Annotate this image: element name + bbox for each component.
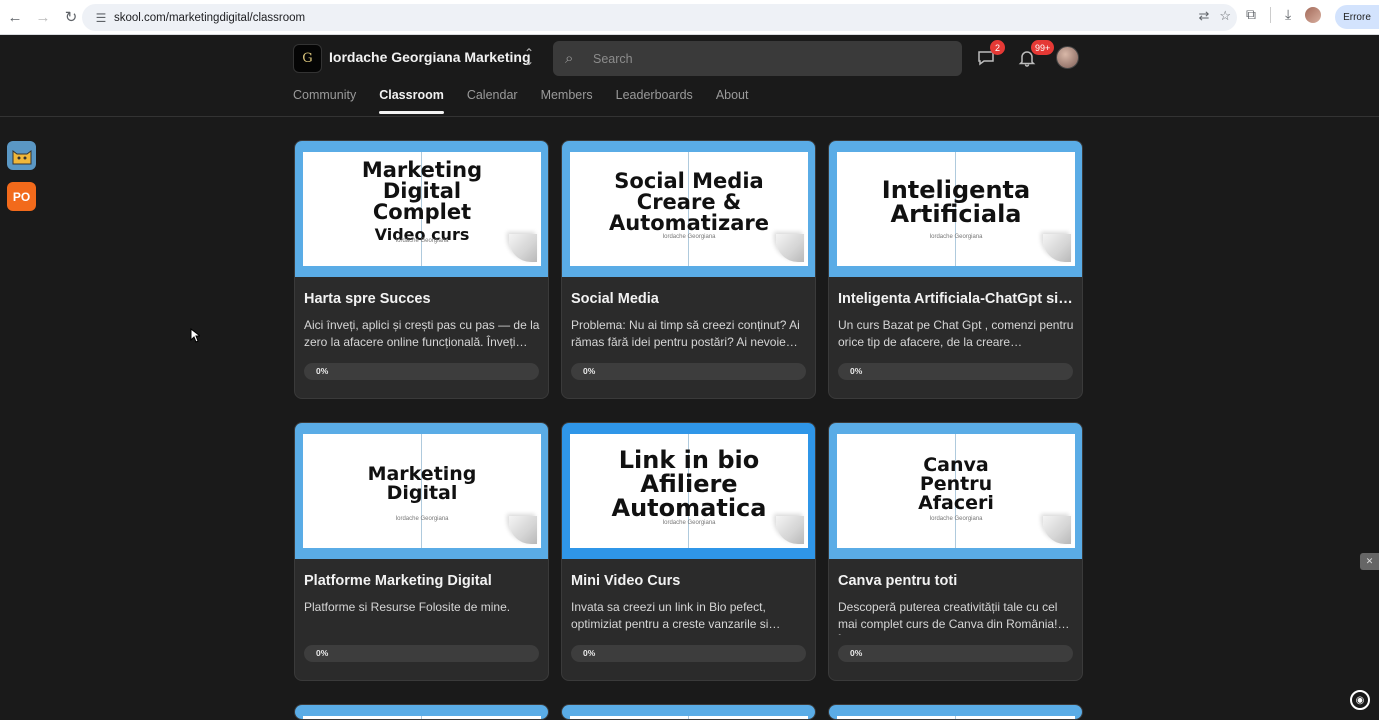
search-input[interactable] [593,51,953,66]
browser-profile-avatar[interactable] [1305,6,1322,23]
thumbnail-author: Iordache Georgiana [395,238,449,244]
search-icon: ⌕ [565,50,574,67]
thumbnail-author: Iordache Georgiana [662,234,716,240]
collapse-icon[interactable]: ✕ [1360,553,1379,570]
user-avatar[interactable] [1056,46,1079,69]
course-description: Descoperă puterea creativității tale cu … [838,600,1058,635]
progress-percent: 0% [316,366,329,376]
course-title[interactable]: Social Media [571,291,807,307]
course-card[interactable]: Marketing Digital Complet Video curs Iordac… [294,140,549,399]
progress-bar: 0% [304,645,539,662]
star-icon[interactable]: ☆ [1219,8,1231,24]
translate-icon[interactable]: ⇄ [1198,8,1209,24]
thumbnail-title: Link in bio Afiliere Automatica [611,446,767,522]
tab-community[interactable]: Community [293,88,356,114]
thumbnail-author: Iordache Georgiana [395,516,449,522]
course-card[interactable] [294,704,549,720]
course-description: Problema: Nu ai timp să creezi conținut?… [571,318,800,353]
course-thumbnail: Social Media Creare & Automatizare Iordach… [562,141,815,277]
thumbnail-author: Iordache Georgiana [662,520,716,526]
group-switcher-icon[interactable]: ⌃ ⌄ [522,47,536,67]
course-title[interactable]: Harta spre Succes [304,291,540,307]
course-card[interactable]: Canva Pentru Afaceri Iordache Georgiana Ca… [828,422,1083,681]
course-thumbnail [562,705,815,719]
tab-leaderboards[interactable]: Leaderboards [616,88,693,114]
course-thumbnail [829,705,1082,719]
thumbnail-author: Iordache Georgiana [929,516,983,522]
nav-tabs: Community Classroom Calendar Members Lea… [293,88,771,114]
progress-bar: 0% [838,363,1073,380]
course-card[interactable]: Link in bio Afiliere Automatica Iordache G… [561,422,816,681]
progress-bar: 0% [571,645,806,662]
group-name[interactable]: Iordache Georgiana Marketing [329,49,531,65]
cat-app-icon[interactable] [7,141,36,170]
progress-bar: 0% [304,363,539,380]
course-thumbnail [295,705,548,719]
progress-bar: 0% [571,363,806,380]
notification-badge: 99+ [1031,40,1055,55]
course-title[interactable]: Canva pentru toti [838,573,1074,589]
course-card[interactable]: Inteligenta Artificiala Iordache Georgian… [828,140,1083,399]
course-title[interactable]: Inteligenta Artificiala-ChatGpt si n… [838,291,1074,307]
course-description: Un curs Bazat pe Chat Gpt , comenzi pent… [838,318,1074,349]
extensions-icon[interactable]: ⧉ [1246,6,1256,23]
thumbnail-title: Marketing Digital Complet Video curs [361,158,483,244]
address-bar[interactable]: ☰ skool.com/marketingdigital/classroom ⇄… [82,4,1237,31]
course-card[interactable]: Social Media Creare & Automatizare Iordach… [561,140,816,399]
course-card[interactable] [828,704,1083,720]
course-thumbnail: Marketing Digital Complet Video curs Iordac… [295,141,548,277]
error-button[interactable]: Errore [1335,5,1379,29]
mouse-cursor-icon [190,327,202,346]
course-description: Invata sa creezi un link in Bio pefect, … [571,600,769,635]
po-app-icon[interactable]: PO [7,182,36,211]
progress-percent: 0% [850,366,863,376]
course-thumbnail: Canva Pentru Afaceri Iordache Georgiana [829,423,1082,559]
course-description: Aici înveți, aplici și crești pas cu pas… [304,318,540,349]
tab-classroom[interactable]: Classroom [379,88,444,114]
tab-calendar[interactable]: Calendar [467,88,518,114]
progress-percent: 0% [316,648,329,658]
chat-badge: 2 [990,40,1005,55]
search-bar[interactable]: ⌕ [553,41,962,76]
help-chat-icon[interactable]: ◉ [1350,690,1370,710]
group-logo[interactable]: G [293,44,322,73]
course-thumbnail: Link in bio Afiliere Automatica Iordache G… [562,423,815,559]
course-title[interactable]: Mini Video Curs [571,573,807,589]
app-header: G Iordache Georgiana Marketing ⌃⌄ ⌕ 2 99… [0,35,1379,117]
course-thumbnail: Inteligenta Artificiala Iordache Georgian… [829,141,1082,277]
url-text[interactable]: skool.com/marketingdigital/classroom [114,12,305,24]
site-info-icon[interactable]: ☰ [90,11,112,25]
forward-arrow-icon[interactable]: → [30,4,56,30]
course-card[interactable] [561,704,816,720]
course-card[interactable]: Marketing Digital Iordache Georgiana Plat… [294,422,549,681]
browser-toolbar: ← → ↻ ☰ skool.com/marketingdigital/class… [0,0,1379,35]
course-description: Platforme si Resurse Folosite de mine. [304,600,511,614]
thumbnail-author: Iordache Georgiana [929,234,983,240]
progress-percent: 0% [850,648,863,658]
download-icon[interactable]: ⤓ [1285,6,1291,23]
course-title[interactable]: Platforme Marketing Digital [304,573,540,589]
course-thumbnail: Marketing Digital Iordache Georgiana [295,423,548,559]
tab-members[interactable]: Members [541,88,593,114]
progress-percent: 0% [583,648,596,658]
tab-about[interactable]: About [716,88,749,114]
progress-bar: 0% [838,645,1073,662]
back-arrow-icon[interactable]: ← [2,4,28,30]
progress-percent: 0% [583,366,596,376]
reload-icon[interactable]: ↻ [58,4,84,30]
